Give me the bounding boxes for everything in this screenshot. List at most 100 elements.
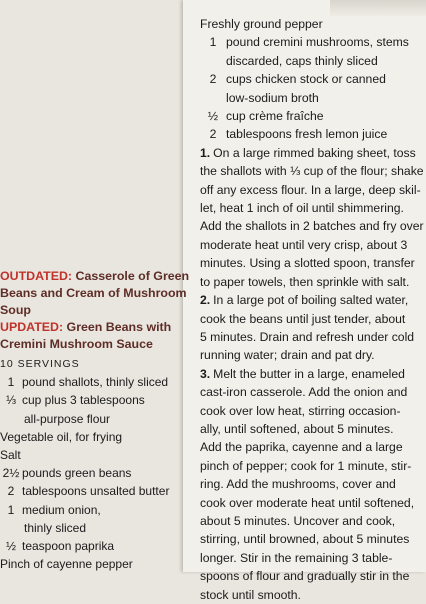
step-line: ring. Add the mushrooms, cover and [200,475,422,493]
bleed-through-strip [330,0,426,16]
step-line: let, heat 1 inch of oil until shimmering… [200,199,422,217]
ingredient-qty: ⅓ [5,393,16,408]
right-column: Freshly ground pepper 1 pound cremini mush… [200,15,424,604]
ingredient-qty: 1 [7,375,15,390]
step-line: 3. Melt the butter in a large, enameled [200,365,422,383]
ingredient-text: Salt [0,448,21,463]
step-line: to paper towels, then sprinkle with salt… [200,273,422,291]
outdated-title-line-2: Beans and Cream of Mushroom [0,286,187,300]
outdated-title-line-3: Soup [0,303,31,317]
ingredient-qty: 1 [209,35,217,50]
step-line: cook the beans until just tender, about [200,310,422,328]
outdated-heading: OUTDATED: Casserole of Green Beans and C… [0,268,190,319]
step-line: cook over low heat, stirring occasion- [200,402,422,420]
ingredient-text-cont: all-purpose flour [24,411,111,426]
step-number: 2. [200,293,211,308]
step-text: stirring, until browned, about 5 minutes [200,532,410,547]
ingredient-qty: 2 [209,127,217,142]
ingredient-item: 2 cups chicken stock or canned [200,70,422,88]
ingredient-item: 1 medium onion, [0,501,190,519]
step-line: about 5 minutes. Uncover and cook, [200,512,422,530]
step-text: running water; drain and pat dry. [200,348,375,363]
ingredient-item: Freshly ground pepper [200,15,422,33]
ingredient-item: ½ teaspoon paprika [0,537,190,555]
ingredient-item: 2 tablespoons fresh lemon juice [200,125,422,143]
updated-title-line-2: Cremini Mushroom Sauce [0,337,153,351]
step-line: running water; drain and pat dry. [200,346,422,364]
ingredient-item: 2 tablespoons unsalted butter [0,482,190,500]
ingredient-item: 1 pound cremini mushrooms, stems [200,33,422,51]
ingredient-qty: ½ [5,539,16,554]
step-text: pinch of pepper; cook for 1 minute, stir… [200,458,412,473]
ingredient-item: 2½ pounds green beans [0,464,190,482]
step-line: the shallots with ⅓ cup of the flour; sh… [200,162,424,180]
outdated-title-line-1: Casserole of Green [72,269,190,283]
step-text: moderate heat until very crisp, about 3 [200,237,408,252]
step-text: longer. Stir in the remaining 3 table- [200,550,393,565]
step-line: pinch of pepper; cook for 1 minute, stir… [200,457,422,475]
step-line: cook over moderate heat until softened, [200,494,422,512]
ingredient-qty: 2 [7,484,15,499]
step-text: cook over moderate heat until softened, [200,495,415,510]
step-line: minutes. Using a slotted spoon, transfer [200,254,422,272]
ingredient-item: Vegetable oil, for frying [0,428,190,446]
step-line: moderate heat until very crisp, about 3 [200,236,422,254]
step-text: to paper towels, then sprinkle with salt… [200,274,410,289]
ingredient-text: pounds green beans [22,466,132,481]
step-text: Add the shallots in 2 batches and fry ov… [200,219,424,234]
step-text: In a large pot of boiling salted water, [213,293,409,308]
method-steps: 1. On a large rimmed baking sheet, toss th… [200,144,424,604]
ingredient-text: tablespoons fresh lemon juice [226,127,388,142]
step-line: longer. Stir in the remaining 3 table- [200,549,422,567]
step-text: cook over low heat, stirring occasion- [200,403,401,418]
step-text: cook the beans until just tender, about [200,311,406,326]
step-text: the shallots with ⅓ cup of the flour; sh… [200,164,424,179]
step-number: 1. [200,145,211,160]
step-line: stirring, until browned, about 5 minutes [200,530,422,548]
method-step: 1. On a large rimmed baking sheet, toss th… [200,144,424,291]
step-text: ring. Add the mushrooms, cover and [200,477,396,492]
step-line: ally, until softened, about 5 minutes. [200,420,422,438]
ingredient-item: 1 pound shallots, thinly sliced [0,373,190,391]
step-line: 1. On a large rimmed baking sheet, toss [200,144,422,162]
step-line: Add the shallots in 2 batches and fry ov… [200,217,424,235]
step-text: off any excess flour. In a large, deep s… [200,182,421,197]
ingredient-qty: 2½ [2,466,20,481]
ingredient-text: cup plus 3 tablespoons [22,393,145,408]
ingredient-text: tablespoons unsalted butter [22,484,170,499]
ingredient-text: Vegetable oil, for frying [0,429,123,444]
ingredient-qty: ½ [207,109,219,124]
step-line: off any excess flour. In a large, deep s… [200,181,422,199]
ingredient-item: ½ cup crème fraîche [200,107,422,125]
step-text: let, heat 1 inch of oil until shimmering… [200,201,404,216]
ingredient-text-cont: low-sodium broth [226,90,319,105]
updated-label: UPDATED: [0,320,64,334]
step-text: stock until smooth. [200,587,301,602]
step-line: 5 minutes. Drain and refresh under cold [200,328,422,346]
left-ingredient-list: 1 pound shallots, thinly sliced ⅓ cup plus … [0,373,190,573]
step-text: On a large rimmed baking sheet, toss [213,145,416,160]
updated-heading: UPDATED: Green Beans with Cremini Mushro… [0,319,190,353]
step-text: 5 minutes. Drain and refresh under cold [200,329,415,344]
ingredient-text: Pinch of cayenne pepper [0,557,133,572]
ingredient-qty: 1 [7,502,15,517]
step-text: about 5 minutes. Uncover and cook, [200,513,396,528]
ingredient-text: cups chicken stock or canned [226,72,386,87]
updated-title-line-1: Green Beans with [63,320,172,334]
step-line: 2. In a large pot of boiling salted water… [200,291,422,309]
step-text: minutes. Using a slotted spoon, transfer [200,256,415,271]
step-text: spoons of flour and gradually stir in th… [200,569,410,584]
step-line: cast-iron casserole. Add the onion and [200,383,422,401]
step-text: Melt the butter in a large, enameled [213,366,405,381]
step-text: ally, until softened, about 5 minutes. [200,421,394,436]
method-step: 2. In a large pot of boiling salted water… [200,291,422,365]
outdated-label: OUTDATED: [0,269,73,283]
ingredient-item: ⅓ cup plus 3 tablespoons [0,391,190,409]
ingredient-text: cup crème fraîche [226,109,324,124]
ingredient-item: Salt [0,446,190,464]
ingredient-text: pound cremini mushrooms, stems [226,35,409,50]
step-text: cast-iron casserole. Add the onion and [200,385,408,400]
ingredient-text-cont: discarded, caps thinly sliced [226,53,378,68]
ingredient-text-cont: thinly sliced [24,520,87,535]
left-column: OUTDATED: Casserole of Green Beans and C… [0,268,190,573]
